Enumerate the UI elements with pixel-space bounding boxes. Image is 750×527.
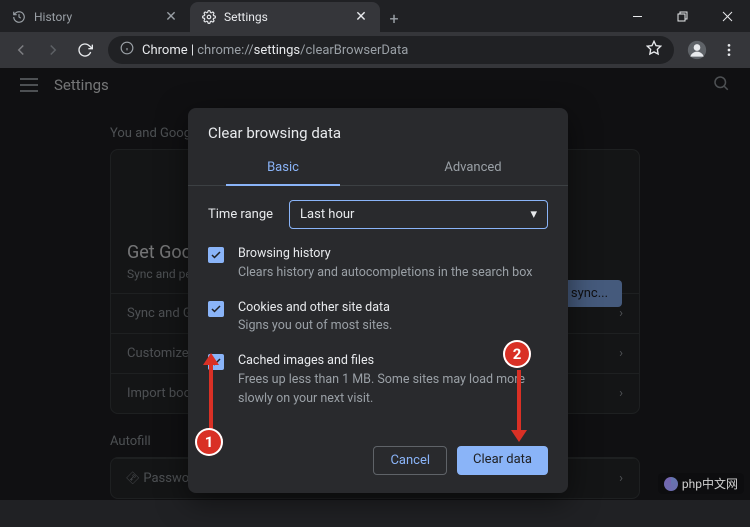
browser-toolbar: Chrome | chrome://settings/clearBrowserD… <box>0 32 750 68</box>
back-button[interactable] <box>6 35 36 65</box>
history-icon <box>12 10 26 24</box>
close-icon[interactable]: ✕ <box>164 10 178 24</box>
option-label: Cookies and other site data <box>238 299 392 318</box>
bookmark-icon[interactable] <box>646 40 662 60</box>
tab-title: History <box>34 10 156 24</box>
time-range-label: Time range <box>208 207 273 222</box>
url-text: Chrome | chrome://settings/clearBrowserD… <box>142 43 408 58</box>
tab-title: Settings <box>224 10 346 24</box>
watermark-text: php中文网 <box>682 475 738 492</box>
watermark-logo-icon <box>664 477 678 491</box>
minimize-button[interactable] <box>615 0 660 32</box>
time-range-select[interactable]: Last hour ▾ <box>289 200 548 229</box>
address-bar[interactable]: Chrome | chrome://settings/clearBrowserD… <box>108 36 674 64</box>
annotation-badge-1: 1 <box>195 428 223 456</box>
forward-button[interactable] <box>38 35 68 65</box>
clear-data-button[interactable]: Clear data <box>457 446 548 475</box>
watermark: php中文网 <box>658 473 744 494</box>
tab-advanced[interactable]: Advanced <box>378 150 568 185</box>
window-controls <box>615 0 750 32</box>
option-label: Browsing history <box>238 245 532 264</box>
cancel-button[interactable]: Cancel <box>373 446 447 475</box>
checkbox-checked-icon[interactable] <box>208 301 224 317</box>
dialog-title: Clear browsing data <box>188 108 568 150</box>
dialog-tabs: Basic Advanced <box>188 150 568 186</box>
maximize-button[interactable] <box>660 0 705 32</box>
checkbox-checked-icon[interactable] <box>208 247 224 263</box>
window-titlebar: History ✕ Settings ✕ + <box>0 0 750 32</box>
gear-icon <box>202 10 216 24</box>
option-sublabel: Frees up less than 1 MB. Some sites may … <box>238 371 548 409</box>
option-browsing-history[interactable]: Browsing history Clears history and auto… <box>208 245 548 283</box>
option-cached-images[interactable]: Cached images and files Frees up less th… <box>208 352 548 408</box>
annotation-arrow-down <box>511 370 527 442</box>
close-window-button[interactable] <box>705 0 750 32</box>
chevron-down-icon: ▾ <box>530 207 537 222</box>
reload-button[interactable] <box>70 35 100 65</box>
option-sublabel: Signs you out of most sites. <box>238 317 392 336</box>
tab-history[interactable]: History ✕ <box>0 2 190 32</box>
profile-button[interactable] <box>682 35 712 65</box>
option-label: Cached images and files <box>238 352 548 371</box>
option-cookies[interactable]: Cookies and other site data Signs you ou… <box>208 299 548 337</box>
menu-button[interactable] <box>714 35 744 65</box>
new-tab-button[interactable]: + <box>380 4 408 32</box>
tab-strip: History ✕ Settings ✕ + <box>0 0 408 32</box>
select-value: Last hour <box>300 207 354 222</box>
site-info-icon[interactable] <box>120 41 134 59</box>
option-sublabel: Clears history and autocompletions in th… <box>238 264 532 283</box>
annotation-arrow-up <box>203 353 219 435</box>
close-icon[interactable]: ✕ <box>354 10 368 24</box>
tab-basic[interactable]: Basic <box>188 150 378 185</box>
tab-settings[interactable]: Settings ✕ <box>190 2 380 32</box>
annotation-badge-2: 2 <box>503 340 531 368</box>
